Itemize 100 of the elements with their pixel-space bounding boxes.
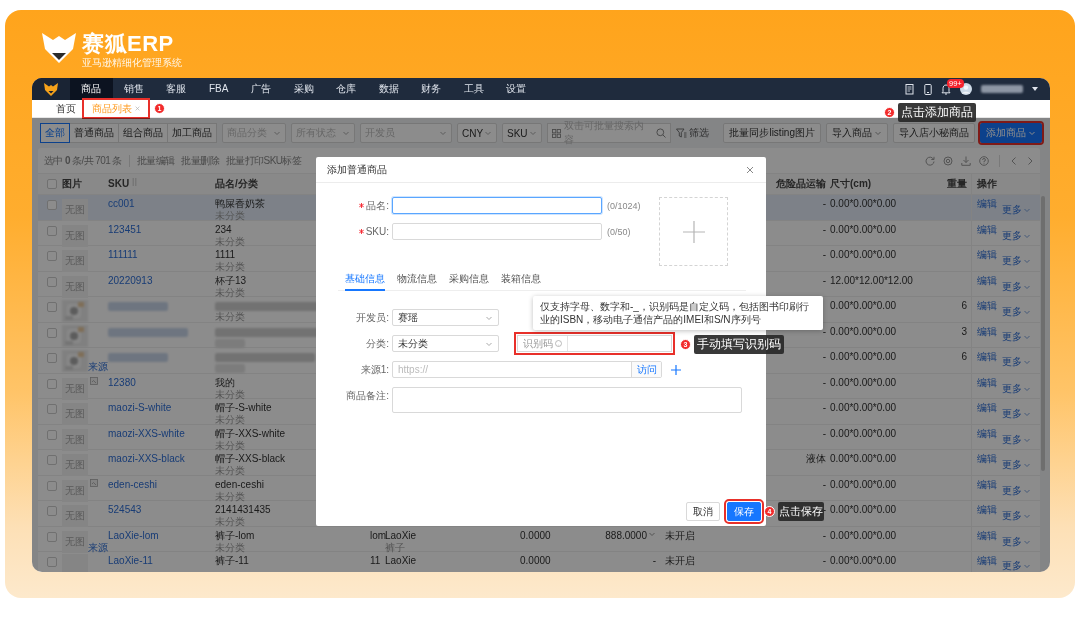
refresh-icon[interactable]: [925, 155, 935, 166]
dialog-tab[interactable]: 物流信息: [397, 272, 437, 291]
checkbox[interactable]: [47, 531, 57, 542]
nav-item[interactable]: 广告: [240, 78, 283, 100]
sku-link[interactable]: eden-ceshi: [108, 478, 157, 490]
nav-item[interactable]: 仓库: [325, 78, 368, 100]
edit-link[interactable]: 编辑: [977, 376, 997, 401]
search-icon[interactable]: [656, 128, 666, 138]
page-tab[interactable]: 首页: [48, 100, 84, 117]
checkbox[interactable]: [47, 179, 57, 189]
source-link[interactable]: 来源: [88, 541, 108, 553]
sku-link[interactable]: 12380: [108, 376, 136, 388]
bell-icon[interactable]: [941, 83, 951, 95]
chevron-right-icon[interactable]: [1026, 155, 1034, 166]
checkbox[interactable]: [47, 429, 57, 440]
edit-link[interactable]: 编辑: [977, 351, 997, 373]
filter-segment[interactable]: 全部: [40, 123, 70, 143]
close-icon[interactable]: [746, 165, 754, 174]
select-field[interactable]: 未分类: [392, 335, 499, 352]
avatar-icon[interactable]: [960, 83, 972, 95]
nav-item[interactable]: 财务: [410, 78, 453, 100]
help-icon[interactable]: [979, 155, 989, 166]
filter-segment[interactable]: 组合商品: [118, 123, 168, 143]
toolbar-button[interactable]: 导入商品: [826, 123, 888, 143]
more-link[interactable]: 更多: [1002, 453, 1031, 477]
toolbar-button[interactable]: 添加商品: [980, 123, 1042, 143]
select-field[interactable]: SKU: [502, 123, 542, 143]
dialog-tab[interactable]: 基础信息: [345, 272, 385, 291]
nav-item[interactable]: FBA: [197, 78, 240, 100]
checkbox[interactable]: [47, 251, 57, 261]
nav-item[interactable]: 客服: [155, 78, 198, 100]
caret-icon[interactable]: [1032, 87, 1038, 91]
filter-segment[interactable]: 普通商品: [69, 123, 119, 143]
sku-link[interactable]: LaoXie-lom: [108, 529, 159, 541]
checkbox[interactable]: [47, 225, 57, 236]
checkbox[interactable]: [47, 557, 57, 567]
sku-link[interactable]: cc001: [108, 198, 135, 209]
sku-link[interactable]: 524543: [108, 504, 142, 515]
more-link[interactable]: 更多: [1002, 223, 1031, 248]
edit-link[interactable]: 编辑: [977, 504, 997, 528]
checkbox[interactable]: [47, 378, 57, 389]
save-button[interactable]: 保存: [727, 502, 761, 521]
checkbox[interactable]: [47, 506, 57, 516]
checkbox[interactable]: [47, 276, 57, 287]
more-link[interactable]: 更多: [1002, 478, 1031, 503]
edit-link[interactable]: 编辑: [977, 555, 997, 572]
dialog-tab[interactable]: 采购信息: [449, 272, 489, 291]
edit-link[interactable]: 编辑: [977, 249, 997, 273]
sku-link[interactable]: maozi-S-white: [108, 402, 172, 413]
more-link[interactable]: 更多: [1002, 402, 1031, 426]
download-icon[interactable]: [961, 155, 971, 166]
text-field[interactable]: [392, 197, 602, 214]
source-link[interactable]: 来源: [88, 361, 108, 372]
more-link[interactable]: 更多: [1002, 198, 1031, 222]
sku-link[interactable]: 123451: [108, 223, 142, 235]
sku-link[interactable]: maozi-XXS-black: [108, 453, 185, 464]
nav-item[interactable]: 采购: [282, 78, 325, 100]
more-link[interactable]: 更多: [1002, 249, 1031, 273]
settings-icon[interactable]: [943, 155, 953, 166]
sku-link[interactable]: maozi-XXS-white: [108, 427, 185, 439]
nav-item[interactable]: 销售: [112, 78, 155, 100]
checkbox[interactable]: [47, 480, 57, 491]
nav-item[interactable]: 商品: [70, 78, 113, 100]
checkbox[interactable]: [47, 302, 57, 312]
more-link[interactable]: 更多: [1002, 300, 1031, 323]
document-icon[interactable]: [905, 83, 915, 95]
cancel-button[interactable]: 取消: [686, 502, 720, 521]
edit-link[interactable]: 编辑: [977, 198, 997, 222]
close-icon[interactable]: [135, 106, 140, 111]
select-field[interactable]: 赛瑶: [392, 309, 499, 326]
more-link[interactable]: 更多: [1002, 351, 1031, 373]
identifier-field[interactable]: 识别码: [517, 335, 672, 352]
sku-link[interactable]: 111111: [108, 249, 138, 260]
text-field[interactable]: [392, 223, 602, 240]
note-textarea[interactable]: [392, 387, 742, 413]
dialog-tab[interactable]: 装箱信息: [501, 272, 541, 291]
more-link[interactable]: 更多: [1002, 555, 1031, 572]
checkbox[interactable]: [47, 353, 57, 363]
edit-link[interactable]: 编辑: [977, 223, 997, 248]
edit-link[interactable]: 编辑: [977, 427, 997, 452]
chevron-left-icon[interactable]: [1010, 155, 1018, 166]
filter-button[interactable]: 筛选: [676, 126, 709, 140]
edit-link[interactable]: 编辑: [977, 325, 997, 348]
nav-item[interactable]: 工具: [452, 78, 495, 100]
sku-link[interactable]: LaoXie-11: [108, 555, 153, 566]
checkbox[interactable]: [47, 455, 57, 465]
edit-link[interactable]: 编辑: [977, 300, 997, 323]
edit-link[interactable]: 编辑: [977, 274, 997, 299]
sku-link[interactable]: 20220913: [108, 274, 153, 286]
checkbox[interactable]: [47, 327, 57, 338]
more-link[interactable]: 更多: [1002, 274, 1031, 299]
edit-link[interactable]: 编辑: [977, 453, 997, 477]
select-field[interactable]: CNY: [457, 123, 497, 143]
nav-item[interactable]: 设置: [495, 78, 538, 100]
more-link[interactable]: 更多: [1002, 376, 1031, 401]
filter-segment[interactable]: 加工商品: [167, 123, 217, 143]
edit-link[interactable]: 编辑: [977, 529, 997, 554]
add-icon[interactable]: [671, 364, 681, 375]
nav-item[interactable]: 数据: [367, 78, 410, 100]
toolbar-button[interactable]: 批量同步listing图片: [723, 123, 821, 143]
